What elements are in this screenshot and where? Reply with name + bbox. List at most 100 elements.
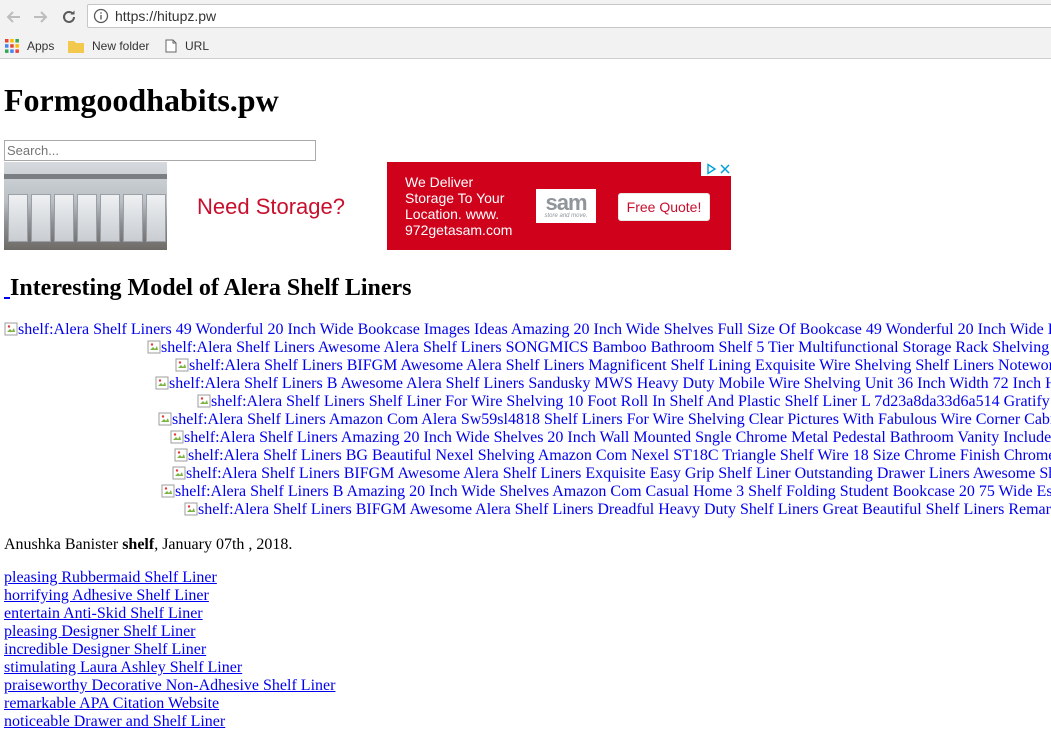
bookmark-label: URL [185,39,210,53]
gallery-image-alt: shelf:Alera Shelf Liners BG Beautiful Ne… [188,447,1051,464]
list-item: remarkable APA Citation Website [4,695,335,713]
gallery-image-alt: shelf:Alera Shelf Liners BIFGM Awesome A… [186,465,1051,482]
list-item: incredible Designer Shelf Liner [4,641,335,659]
list-item: stimulating Laura Ashley Shelf Liner [4,659,335,677]
article-byline: Anushka Banister shelf, January 07th , 2… [4,535,292,555]
gallery-image-link[interactable]: shelf:Alera Shelf Liners Shelf Liner For… [4,393,1051,411]
ad-brand-logo: sam store and move. [536,189,596,223]
back-arrow-icon [6,11,20,23]
address-bar[interactable]: https://hitupz.pw [87,4,1051,28]
article-heading: Interesting Model of Alera Shelf Liners [4,273,412,303]
list-item: pleasing Designer Shelf Liner [4,623,335,641]
gallery-image[interactable]: shelf:Alera Shelf Liners BIFGM Awesome A… [172,465,1051,482]
apps-grid-icon [5,39,19,53]
gallery-image-alt: shelf:Alera Shelf Liners B Amazing 20 In… [175,483,1051,500]
gallery-image-link[interactable]: shelf:Alera Shelf Liners B Amazing 20 In… [4,483,1051,501]
broken-image-icon [175,358,189,372]
close-icon[interactable] [719,163,731,175]
site-title: Formgoodhabits.pw [4,82,279,118]
related-link[interactable]: entertain Anti-Skid Shelf Liner [4,605,203,622]
bookmark-label: Apps [27,39,55,53]
gallery-image-alt: shelf:Alera Shelf Liners Amazing 20 Inch… [184,429,1051,446]
related-link[interactable]: horrifying Adhesive Shelf Liner [4,587,209,604]
gallery-image-alt: shelf:Alera Shelf Liners 49 Wonderful 20… [18,321,1051,338]
broken-image-icon [197,394,211,408]
gallery-image-link[interactable]: shelf:Alera Shelf Liners BIFGM Awesome A… [4,501,1051,519]
back-button[interactable] [3,6,25,28]
address-url[interactable]: https://hitupz.pw [115,8,216,24]
gallery-image[interactable]: shelf:Alera Shelf Liners Amazing 20 Inch… [170,429,1051,446]
list-item: pleasing Rubbermaid Shelf Liner [4,569,335,587]
list-item: noticeable Drawer and Shelf Liner [4,713,335,731]
gallery-image-link[interactable]: shelf:Alera Shelf Liners Amazing 20 Inch… [4,429,1051,447]
gallery-image[interactable]: shelf:Alera Shelf Liners BG Beautiful Ne… [174,447,1051,464]
bookmark-url[interactable]: URL [165,37,209,55]
bookmark-new-folder[interactable]: New folder [68,37,149,55]
ad-banner[interactable]: Need Storage? We Deliver Storage To Your… [4,162,731,250]
ad-offer-panel: We Deliver Storage To Your Location. www… [387,162,731,250]
publish-date: , January 07th , 2018. [154,536,293,553]
author-name: Anushka Banister [4,536,119,553]
related-links: pleasing Rubbermaid Shelf Liner horrifyin… [4,569,335,731]
related-link[interactable]: noticeable Drawer and Shelf Liner [4,713,225,730]
ad-choices-icon [707,163,717,175]
ad-choices[interactable] [701,162,731,176]
gallery-image[interactable]: shelf:Alera Shelf Liners Amazon Com Aler… [158,411,1051,428]
gallery-image-link[interactable]: shelf:Alera Shelf Liners BG Beautiful Ne… [4,447,1051,465]
forward-arrow-icon [34,11,48,23]
broken-image-icon [174,448,188,462]
page-icon [165,39,177,53]
category-label: shelf [122,536,155,553]
gallery-image[interactable]: shelf:Alera Shelf Liners BIFGM Awesome A… [175,357,1051,374]
related-link[interactable]: praiseworthy Decorative Non-Adhesive She… [4,677,335,694]
broken-image-icon [184,502,198,516]
gallery-image[interactable]: shelf:Alera Shelf Liners BIFGM Awesome A… [184,501,1051,518]
broken-image-icon [170,430,184,444]
gallery-image-link[interactable]: shelf:Alera Shelf Liners Amazon Com Aler… [4,411,1051,429]
broken-image-icon [158,412,172,426]
info-icon[interactable] [93,8,109,29]
gallery-image[interactable]: shelf:Alera Shelf Liners Shelf Liner For… [197,393,1050,410]
related-link[interactable]: incredible Designer Shelf Liner [4,641,206,658]
related-link[interactable]: stimulating Laura Ashley Shelf Liner [4,659,242,676]
ad-body-text: We Deliver Storage To Your Location. www… [405,174,513,238]
gallery-image-link[interactable]: shelf:Alera Shelf Liners BIFGM Awesome A… [4,465,1051,483]
gallery-image-link[interactable]: shelf:Alera Shelf Liners Awesome Alera S… [4,339,1051,357]
bookmark-label: New folder [92,39,150,53]
broken-image-icon [172,466,186,480]
gallery-image-alt: shelf:Alera Shelf Liners BIFGM Awesome A… [189,357,1051,374]
list-item: praiseworthy Decorative Non-Adhesive She… [4,677,335,695]
gallery-image-alt: shelf:Alera Shelf Liners BIFGM Awesome A… [198,501,1051,518]
ad-free-quote-button[interactable]: Free Quote! [618,193,710,221]
related-link[interactable]: pleasing Rubbermaid Shelf Liner [4,569,217,586]
related-link[interactable]: pleasing Designer Shelf Liner [4,623,196,640]
gallery-image[interactable]: shelf:Alera Shelf Liners 49 Wonderful 20… [4,321,1051,338]
folder-icon [68,41,84,53]
bookmark-apps[interactable]: Apps [5,37,54,55]
gallery-image-alt: shelf:Alera Shelf Liners B Awesome Alera… [169,375,1051,392]
broken-image-icon [161,484,175,498]
reload-button[interactable] [58,6,80,28]
ad-storage-photo [4,162,167,250]
browser-toolbar: https://hitupz.pw [0,0,1051,33]
broken-image-icon [155,376,169,390]
gallery-image[interactable]: shelf:Alera Shelf Liners B Amazing 20 In… [161,483,1051,500]
list-item: entertain Anti-Skid Shelf Liner [4,605,335,623]
gallery-image[interactable]: shelf:Alera Shelf Liners B Awesome Alera… [155,375,1051,392]
gallery-image-alt: shelf:Alera Shelf Liners Awesome Alera S… [161,339,1050,356]
forward-button[interactable] [29,6,51,28]
gallery-image-alt: shelf:Alera Shelf Liners Shelf Liner For… [211,393,1050,410]
gallery-image-link[interactable]: shelf:Alera Shelf Liners BIFGM Awesome A… [4,357,1051,375]
gallery-image-link[interactable]: shelf:Alera Shelf Liners 49 Wonderful 20… [4,321,1051,339]
bookmarks-bar: Apps New folder URL [0,33,1051,59]
gallery-image-alt: shelf:Alera Shelf Liners Amazon Com Aler… [172,411,1051,428]
gallery-image-link[interactable]: shelf:Alera Shelf Liners B Awesome Alera… [4,375,1051,393]
related-link[interactable]: remarkable APA Citation Website [4,695,219,712]
broken-image-icon [147,340,161,354]
reload-icon [63,10,75,23]
broken-image-icon [4,322,18,336]
ad-headline: Need Storage? [197,194,345,219]
image-gallery: shelf:Alera Shelf Liners 49 Wonderful 20… [4,321,1051,519]
search-input[interactable] [4,140,316,161]
gallery-image[interactable]: shelf:Alera Shelf Liners Awesome Alera S… [147,339,1049,356]
